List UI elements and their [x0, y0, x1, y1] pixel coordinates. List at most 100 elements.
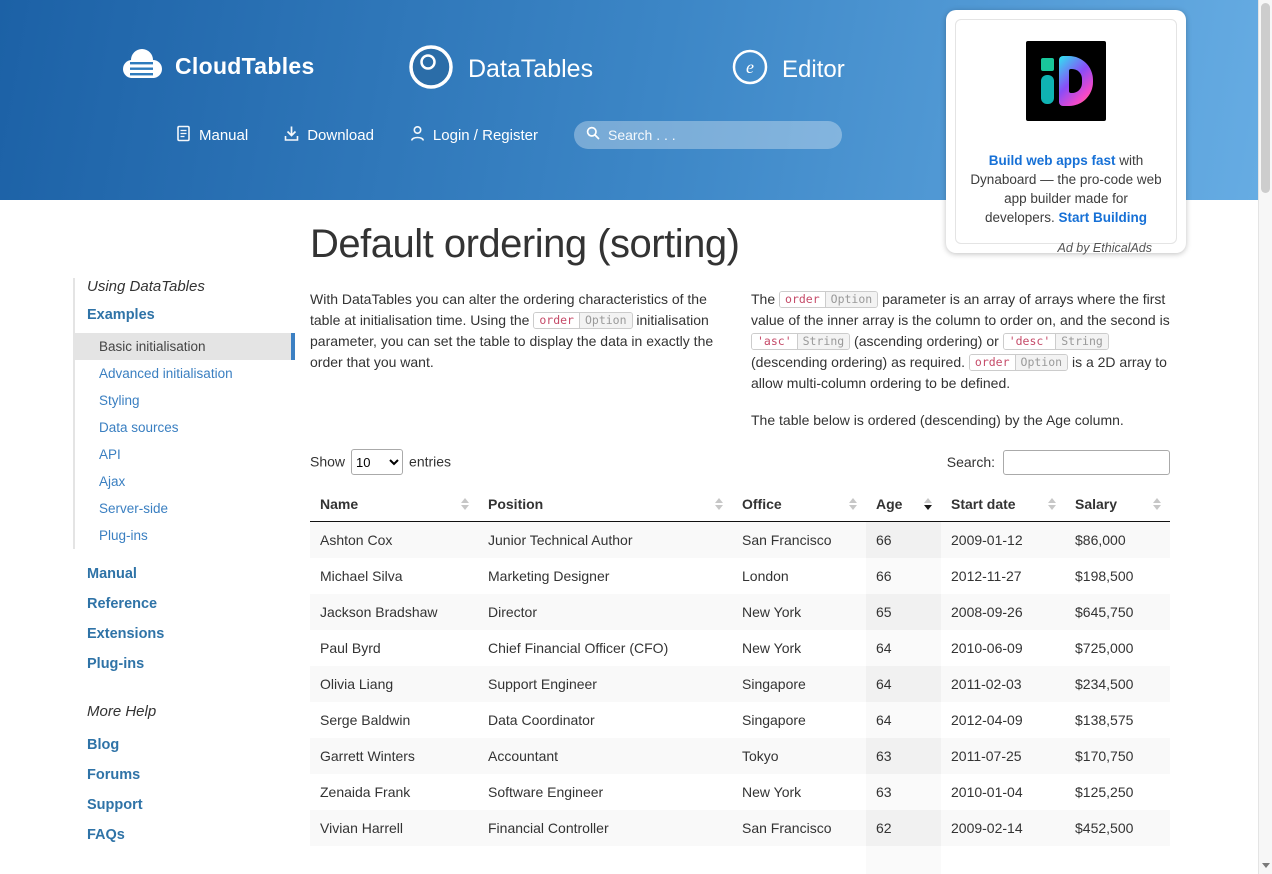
- ad-copy: Build web apps fast with Dynaboard — the…: [968, 151, 1164, 227]
- nav-label-download: Download: [307, 127, 374, 144]
- brand-label-cloudtables: CloudTables: [175, 53, 315, 80]
- sidebar-item-reference[interactable]: Reference: [73, 589, 295, 619]
- sort-arrows-icon: [461, 498, 469, 510]
- header-search: [574, 121, 842, 149]
- sidebar-item-manual[interactable]: Manual: [73, 559, 295, 589]
- nav-label-login: Login / Register: [433, 127, 538, 144]
- column-header-office[interactable]: Office: [732, 487, 866, 522]
- column-label: Office: [742, 496, 782, 512]
- table-cell: 63: [866, 738, 941, 774]
- table-cell: 2010-06-09: [941, 630, 1065, 666]
- document-icon: [176, 125, 191, 146]
- table-cell: Singapore: [732, 702, 866, 738]
- nav-item-login[interactable]: Login / Register: [410, 125, 538, 146]
- sidebar-item-advanced-initialisation[interactable]: Advanced initialisation: [75, 360, 295, 387]
- table-cell: $234,500: [1065, 666, 1170, 702]
- sidebar-examples-list: Basic initialisationAdvanced initialisat…: [75, 333, 295, 549]
- brand-cloudtables[interactable]: CloudTables: [118, 46, 315, 87]
- sidebar-item-forums[interactable]: Forums: [73, 760, 295, 790]
- table-cell: 2012-04-09: [941, 702, 1065, 738]
- sidebar-item-examples[interactable]: Examples: [75, 307, 295, 323]
- code-tag-order[interactable]: orderOption: [779, 291, 878, 308]
- table-cell: $125,250: [1065, 774, 1170, 810]
- sidebar-item-styling[interactable]: Styling: [75, 387, 295, 414]
- table-row: Serge BaldwinData CoordinatorSingapore64…: [310, 702, 1170, 738]
- table-cell: 62: [866, 810, 941, 846]
- header-search-input[interactable]: [608, 127, 830, 143]
- sidebar-item-ajax[interactable]: Ajax: [75, 468, 295, 495]
- intro-left-column: With DataTables you can alter the orderi…: [310, 289, 729, 431]
- code-tag-order[interactable]: orderOption: [969, 354, 1068, 371]
- column-header-start-date[interactable]: Start date: [941, 487, 1065, 522]
- page-length-control: Show10entries: [310, 449, 451, 475]
- sort-arrows-icon: [1153, 498, 1161, 510]
- sidebar-item-data-sources[interactable]: Data sources: [75, 414, 295, 441]
- table-cell: $725,000: [1065, 630, 1170, 666]
- table-cell: Paul Byrd: [310, 630, 478, 666]
- ad-inner: Build web apps fast with Dynaboard — the…: [955, 19, 1177, 244]
- sidebar-item-server-side[interactable]: Server-side: [75, 495, 295, 522]
- sidebar-item-blog[interactable]: Blog: [73, 730, 295, 760]
- page-length-select[interactable]: 10: [351, 449, 403, 475]
- table-row: Ashton CoxJunior Technical AuthorSan Fra…: [310, 522, 1170, 559]
- intro-left-paragraph: With DataTables you can alter the orderi…: [310, 289, 729, 373]
- table-cell: $198,500: [1065, 558, 1170, 594]
- ad-cta-link[interactable]: Start Building: [1059, 210, 1148, 225]
- table-search-input[interactable]: [1003, 450, 1170, 475]
- table-cell: Michael Silva: [310, 558, 478, 594]
- header-nav: Manual Download: [176, 121, 842, 149]
- column-header-name[interactable]: Name: [310, 487, 478, 522]
- datatable-controls: Show10entries Search:: [310, 449, 1170, 475]
- sidebar-item-plug-ins[interactable]: Plug-ins: [73, 649, 295, 679]
- sidebar-item-label: Plug-ins: [99, 528, 148, 543]
- table-cell: Serge Baldwin: [310, 702, 478, 738]
- table-cell: 2011-07-25: [941, 738, 1065, 774]
- table-row: Zenaida FrankSoftware EngineerNew York63…: [310, 774, 1170, 810]
- intro-right-paragraph: The orderOption parameter is an array of…: [751, 289, 1170, 394]
- column-header-salary[interactable]: Salary: [1065, 487, 1170, 522]
- table-cell: Garrett Winters: [310, 738, 478, 774]
- sidebar-item-api[interactable]: API: [75, 441, 295, 468]
- sidebar-item-plug-ins[interactable]: Plug-ins: [75, 522, 295, 549]
- sidebar-heading-more-help: More Help: [73, 703, 295, 720]
- code-tag-desc[interactable]: 'desc'String: [1003, 333, 1109, 350]
- vertical-scrollbar[interactable]: [1258, 0, 1272, 874]
- scroll-down-button[interactable]: [1259, 858, 1272, 872]
- intro-row: With DataTables you can alter the orderi…: [310, 289, 1170, 431]
- table-cell: $86,000: [1065, 522, 1170, 559]
- code-tag-order[interactable]: orderOption: [533, 312, 632, 329]
- table-cell: 2009-01-12: [941, 522, 1065, 559]
- column-label: Age: [876, 496, 902, 512]
- brand-editor[interactable]: e Editor: [731, 48, 845, 91]
- sidebar-item-faqs[interactable]: FAQs: [73, 820, 295, 850]
- nav-item-manual[interactable]: Manual: [176, 125, 248, 146]
- nav-label-manual: Manual: [199, 127, 248, 144]
- magnifier-icon: [586, 126, 600, 144]
- code-tag-asc[interactable]: 'asc'String: [751, 333, 850, 350]
- ad-attribution[interactable]: Ad by EthicalAds: [946, 241, 1152, 255]
- brand-datatables[interactable]: DataTables: [408, 44, 593, 95]
- table-cell: 2009-02-14: [941, 810, 1065, 846]
- brand-label-datatables: DataTables: [468, 55, 593, 84]
- table-cell: 2011-02-03: [941, 666, 1065, 702]
- sidebar-item-basic-initialisation[interactable]: Basic initialisation: [75, 333, 295, 360]
- sidebar: Using DataTables Examples Basic initiali…: [73, 278, 295, 874]
- search-label: Search:: [947, 454, 995, 470]
- sidebar-item-label: API: [99, 447, 121, 462]
- sidebar-group-using-datatables: Using DataTables Examples Basic initiali…: [73, 278, 295, 549]
- column-header-position[interactable]: Position: [478, 487, 732, 522]
- column-label: Start date: [951, 496, 1016, 512]
- sidebar-item-extensions[interactable]: Extensions: [73, 619, 295, 649]
- sidebar-item-support[interactable]: Support: [73, 790, 295, 820]
- column-header-age[interactable]: Age: [866, 487, 941, 522]
- sort-arrows-icon: [849, 498, 857, 510]
- ad-lead-link[interactable]: Build web apps fast: [989, 153, 1116, 168]
- table-cell: Support Engineer: [478, 666, 732, 702]
- scrollbar-thumb[interactable]: [1261, 3, 1270, 193]
- nav-item-download[interactable]: Download: [284, 125, 374, 146]
- column-label: Position: [488, 496, 543, 512]
- sort-arrows-icon: [924, 498, 932, 510]
- dynaboard-logo-icon: [1026, 41, 1106, 121]
- column-label: Name: [320, 496, 358, 512]
- table-cell: Jackson Bradshaw: [310, 594, 478, 630]
